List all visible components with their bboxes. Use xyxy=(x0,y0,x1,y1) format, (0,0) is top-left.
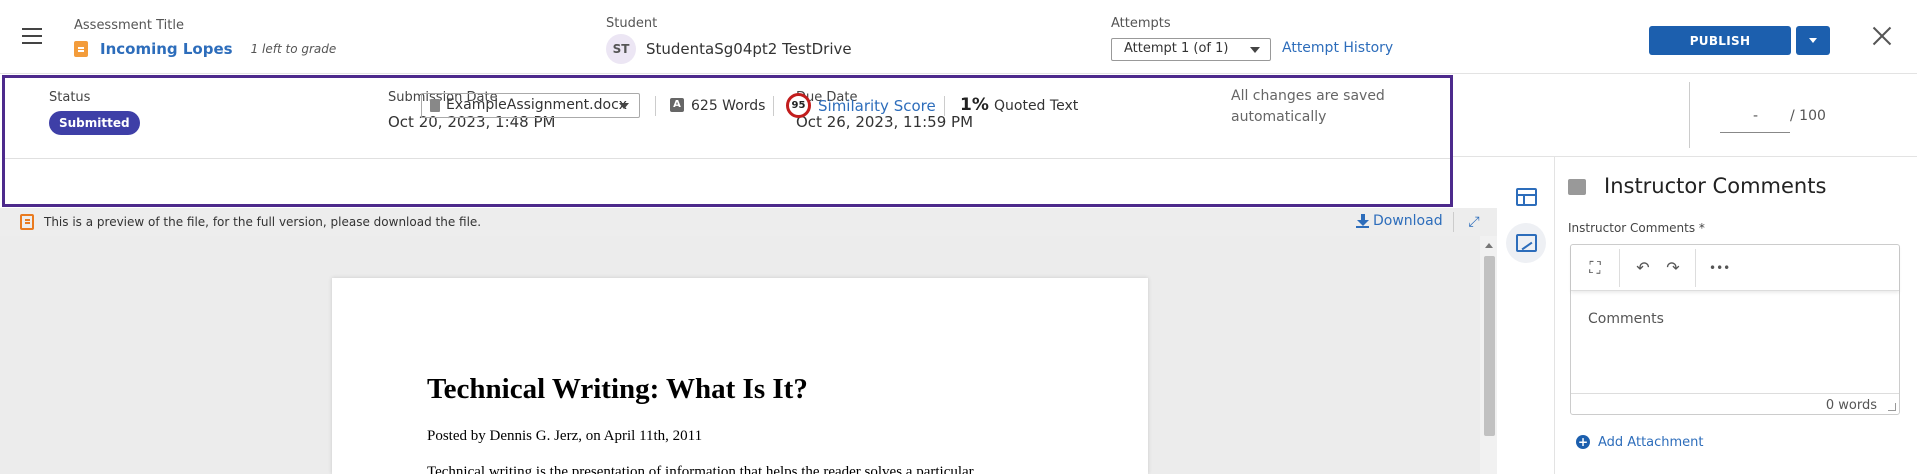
document-title: Technical Writing: What Is It? xyxy=(427,373,808,405)
menu-icon[interactable] xyxy=(22,28,42,44)
document-page: Technical Writing: What Is It? Posted by… xyxy=(332,278,1148,474)
submission-info-panel: Status Submitted Submission Date Oct 20,… xyxy=(2,75,1453,207)
quoted-text-percent: 1% xyxy=(960,95,989,115)
panel-title: Instructor Comments xyxy=(1604,174,1827,198)
rubric-button[interactable] xyxy=(1506,177,1546,217)
plus-circle-icon[interactable]: + xyxy=(1576,435,1590,449)
comment-icon xyxy=(1568,179,1586,195)
similarity-score-badge[interactable]: 95 xyxy=(786,93,811,118)
student-label: Student xyxy=(606,16,658,31)
score-max: / 100 xyxy=(1790,108,1826,124)
add-attachment-link[interactable]: Add Attachment xyxy=(1598,435,1704,450)
download-icon-base xyxy=(1356,226,1369,228)
assessment-title-link[interactable]: Incoming Lopes xyxy=(100,40,233,58)
editor-footer-divider xyxy=(1571,393,1899,394)
comments-input[interactable]: Comments xyxy=(1588,311,1664,327)
download-link[interactable]: Download xyxy=(1373,213,1443,229)
toolbar-separator xyxy=(1619,249,1620,287)
score-input[interactable]: - xyxy=(1753,108,1758,124)
attempt-selected-value: Attempt 1 (of 1) xyxy=(1124,41,1229,56)
editor-toolbar: ⛶ ↶ ↷ ••• xyxy=(1571,245,1899,291)
attempt-dropdown[interactable]: Attempt 1 (of 1) xyxy=(1111,38,1271,61)
assessment-title-label: Assessment Title xyxy=(74,18,184,33)
viewer-scroll-thumb[interactable] xyxy=(1484,256,1495,436)
preview-notice: This is a preview of the file, for the f… xyxy=(44,215,482,229)
similarity-score-link[interactable]: Similarity Score xyxy=(818,97,936,115)
file-dropdown[interactable]: ExampleAssignment.docx xyxy=(421,93,640,118)
resize-handle-icon[interactable] xyxy=(1888,403,1896,411)
due-date-value: Oct 26, 2023, 11:59 PM xyxy=(796,113,974,131)
attempt-history-link[interactable]: Attempt History xyxy=(1282,40,1393,56)
undo-icon[interactable]: ↶ xyxy=(1633,258,1653,278)
autosave-status: All changes are saved automatically xyxy=(1231,88,1385,125)
expand-icon[interactable]: ⤢ xyxy=(1466,214,1482,230)
attempts-label: Attempts xyxy=(1111,16,1171,31)
fullscreen-icon[interactable]: ⛶ xyxy=(1585,258,1605,278)
word-count: 625 Words xyxy=(691,98,766,114)
info-divider xyxy=(5,158,1450,159)
scroll-up-arrow[interactable] xyxy=(1485,243,1493,248)
quoted-text-label: Quoted Text xyxy=(994,98,1079,114)
more-options-icon[interactable]: ••• xyxy=(1709,258,1730,278)
assignment-icon xyxy=(74,41,88,57)
student-name: StudentaSg04pt2 TestDrive xyxy=(646,40,852,58)
document-body: Technical writing is the presentation of… xyxy=(427,464,974,474)
score-divider xyxy=(1689,82,1690,148)
toolbar-divider xyxy=(944,96,945,116)
assessment-title-row: Incoming Lopes 1 left to grade xyxy=(74,40,336,58)
score-input-underline xyxy=(1720,132,1790,133)
file-warning-icon xyxy=(20,214,34,230)
preview-notice-bar: This is a preview of the file, for the f… xyxy=(0,208,1497,236)
comments-word-count: 0 words xyxy=(1825,398,1877,413)
chevron-down-icon xyxy=(1250,47,1260,53)
redo-icon[interactable]: ↷ xyxy=(1663,258,1683,278)
instructor-comments-panel: Instructor Comments Instructor Comments … xyxy=(1556,157,1917,474)
top-header: Assessment Title Incoming Lopes 1 left t… xyxy=(0,0,1917,74)
rubric-icon xyxy=(1516,188,1537,206)
preview-divider xyxy=(1453,212,1454,232)
close-icon[interactable] xyxy=(1872,26,1892,46)
file-selected-value: ExampleAssignment.docx xyxy=(446,97,628,113)
status-badge: Submitted xyxy=(49,111,140,135)
publish-options-button[interactable] xyxy=(1796,26,1830,55)
comments-editor[interactable]: ⛶ ↶ ↷ ••• Comments 0 words xyxy=(1570,244,1900,415)
file-icon xyxy=(430,99,440,112)
comments-field-label: Instructor Comments * xyxy=(1568,221,1705,235)
chevron-down-icon xyxy=(619,103,629,109)
comments-button[interactable] xyxy=(1506,223,1546,263)
status-label: Status xyxy=(49,90,91,105)
document-byline: Posted by Dennis G. Jerz, on April 11th,… xyxy=(427,428,703,444)
grading-app: Assessment Title Incoming Lopes 1 left t… xyxy=(0,0,1917,474)
left-to-grade: 1 left to grade xyxy=(250,42,337,56)
avatar: ST xyxy=(606,34,636,64)
toolbar-divider xyxy=(773,96,774,116)
edit-comment-icon xyxy=(1516,234,1537,252)
word-count-icon: A xyxy=(670,98,684,112)
toolbar-divider xyxy=(655,96,656,116)
publish-button[interactable]: PUBLISH xyxy=(1649,26,1791,55)
student-selector[interactable]: ST StudentaSg04pt2 TestDrive xyxy=(606,34,852,64)
toolbar-separator xyxy=(1695,249,1696,287)
side-rail xyxy=(1497,157,1555,474)
